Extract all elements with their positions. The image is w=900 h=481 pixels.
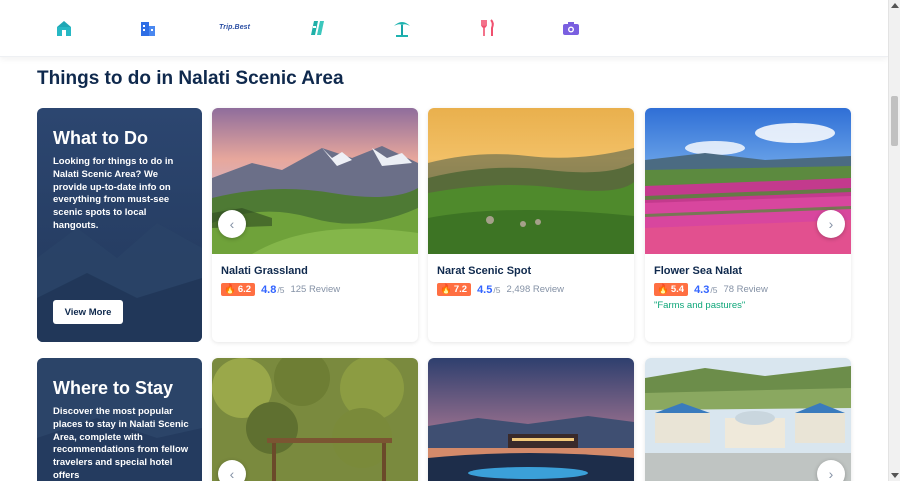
what-to-do-description: Looking for things to do in Nalati Sceni… (53, 156, 174, 231)
attraction-name[interactable]: Narat Scenic Spot (437, 265, 531, 277)
trip-best-logo[interactable]: Trip.Best (219, 24, 250, 31)
hotel-icon[interactable] (53, 17, 75, 39)
camera-icon[interactable] (560, 17, 582, 39)
section-title: Things to do in Nalati Scenic Area (37, 68, 344, 89)
attraction-rating: 🔥 6.2 4.8 /5 125 Review (221, 283, 340, 296)
building-icon[interactable] (137, 17, 159, 39)
attraction-rating: 🔥 5.4 4.3 /5 78 Review (654, 283, 768, 296)
scroll-up-arrow-icon[interactable] (891, 3, 899, 8)
attraction-card-flower-sea-nalat[interactable]: › Flower Sea Nalat 🔥 5.4 4.3 /5 78 Review… (645, 108, 851, 342)
attraction-rating: 🔥 7.2 4.5 /5 2,498 Review (437, 283, 564, 296)
scroll-thumb[interactable] (891, 96, 898, 146)
hotel-photo[interactable] (428, 358, 634, 481)
heat-badge: 🔥 5.4 (654, 283, 689, 296)
review-count[interactable]: 78 Review (723, 284, 767, 295)
review-count[interactable]: 2,498 Review (506, 284, 564, 295)
fire-icon: 🔥 (657, 284, 669, 295)
rating-score: 4.5 (477, 283, 493, 296)
heat-value: 7.2 (453, 284, 468, 295)
rating-out-of: /5 (277, 284, 285, 295)
hotel-card[interactable]: › (645, 358, 851, 481)
attraction-card-narat-scenic-spot[interactable]: Narat Scenic Spot 🔥 7.2 4.5 /5 2,498 Revi… (428, 108, 634, 342)
heat-badge: 🔥 6.2 (221, 283, 256, 296)
fire-icon: 🔥 (224, 284, 236, 295)
review-count[interactable]: 125 Review (290, 284, 340, 295)
view-more-button[interactable]: View More (53, 300, 123, 324)
carousel-prev-button[interactable]: ‹ (218, 460, 246, 481)
attraction-photo[interactable] (428, 108, 634, 254)
scroll-down-arrow-icon[interactable] (891, 473, 899, 478)
chevron-right-icon: › (828, 466, 834, 481)
rating-score: 4.3 (694, 283, 710, 296)
where-to-stay-description: Discover the most popular places to stay… (53, 406, 189, 481)
chevron-right-icon: › (828, 216, 834, 232)
attraction-name[interactable]: Nalati Grassland (221, 265, 308, 277)
heat-value: 5.4 (670, 284, 685, 295)
carousel-prev-button[interactable]: ‹ (218, 210, 246, 238)
fire-icon: 🔥 (440, 284, 452, 295)
chevron-left-icon: ‹ (229, 216, 235, 232)
rating-out-of: /5 (493, 284, 501, 295)
carousel-next-button[interactable]: › (817, 460, 845, 481)
hotel-photo[interactable] (212, 358, 418, 481)
hotel-photo[interactable] (645, 358, 851, 481)
what-to-do-card[interactable]: What to Do Looking for things to do in N… (37, 108, 202, 342)
top-nav: Trip.Best (0, 0, 888, 57)
category-tag[interactable]: "Farms and pastures" (654, 300, 745, 311)
hotel-card[interactable] (428, 358, 634, 481)
page-scrollbar[interactable] (888, 0, 900, 481)
heat-badge: 🔥 7.2 (437, 283, 472, 296)
attraction-card-nalati-grassland[interactable]: ‹ Nalati Grassland 🔥 6.2 4.8 /5 125 Revie… (212, 108, 418, 342)
where-to-stay-title: Where to Stay (53, 378, 174, 398)
rating-out-of: /5 (710, 284, 718, 295)
carousel-next-button[interactable]: › (817, 210, 845, 238)
rating-score: 4.8 (261, 283, 277, 296)
what-to-do-title: What to Do (53, 128, 148, 148)
where-to-stay-card[interactable]: Where to Stay Discover the most popular … (37, 358, 202, 481)
hotel-card[interactable]: ‹ (212, 358, 418, 481)
attractions-icon[interactable] (306, 17, 328, 39)
beach-icon[interactable] (391, 17, 413, 39)
attraction-name[interactable]: Flower Sea Nalat (654, 265, 742, 277)
chevron-left-icon: ‹ (229, 466, 235, 481)
heat-value: 6.2 (237, 284, 252, 295)
restaurant-icon[interactable] (476, 17, 498, 39)
